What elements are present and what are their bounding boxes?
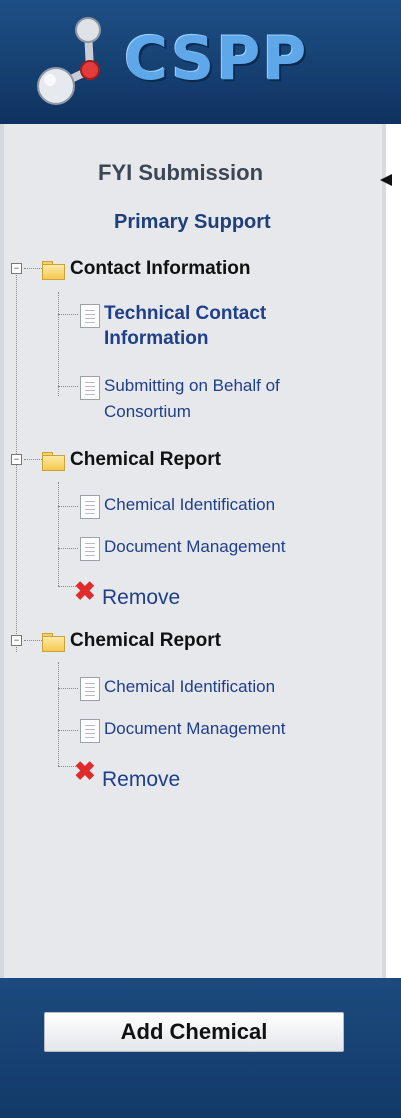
chemical-report-node[interactable]: Chemical Report (70, 449, 221, 471)
tree-line (58, 506, 78, 507)
tree-line (24, 459, 42, 460)
contact-information-node[interactable]: Contact Information (70, 258, 251, 280)
document-icon (80, 495, 100, 519)
tree-line (58, 314, 78, 315)
expander-minus-icon[interactable]: − (11, 454, 22, 465)
panel-title: FYI Submission (98, 160, 264, 185)
primary-support-link[interactable]: Primary Support (114, 211, 271, 234)
folder-icon (42, 633, 65, 652)
document-management-link[interactable]: Document Management (104, 719, 285, 739)
remove-x-icon[interactable]: ✖ (74, 758, 96, 784)
document-management-link[interactable]: Document Management (104, 537, 285, 557)
expander-minus-icon[interactable]: − (11, 263, 22, 274)
expander-minus-icon[interactable]: − (11, 635, 22, 646)
header: CSPP (0, 0, 401, 124)
document-icon (80, 677, 100, 701)
tree-line (58, 482, 59, 586)
chemical-identification-link[interactable]: Chemical Identification (104, 677, 275, 697)
chemical-identification-link[interactable]: Chemical Identification (104, 495, 275, 515)
folder-icon (42, 452, 65, 471)
tree-line (24, 268, 42, 269)
tree-line (58, 292, 59, 396)
document-icon (80, 304, 100, 328)
submitting-on-behalf-link[interactable]: Submitting on Behalf of Consortium (104, 376, 280, 422)
tree-line (58, 548, 78, 549)
molecule-logo-icon (37, 17, 101, 105)
add-chemical-button[interactable]: Add Chemical (44, 1012, 344, 1052)
tree-line (58, 730, 78, 731)
tree-line (24, 640, 42, 641)
chemical-report-node[interactable]: Chemical Report (70, 630, 221, 652)
document-icon (80, 537, 100, 561)
collapse-arrow-icon[interactable] (380, 174, 392, 186)
tree-line (58, 688, 78, 689)
technical-contact-link[interactable]: Technical Contact Information (104, 303, 266, 350)
document-icon (80, 719, 100, 743)
panel-right-edge (382, 124, 386, 978)
remove-link[interactable]: Remove (102, 768, 180, 792)
remove-x-icon[interactable]: ✖ (74, 578, 96, 604)
tree-line (58, 662, 59, 766)
remove-link[interactable]: Remove (102, 586, 180, 610)
document-icon (80, 376, 100, 400)
tree-line (58, 386, 78, 387)
folder-icon (42, 261, 65, 280)
logo-text: CSPP (124, 24, 309, 94)
